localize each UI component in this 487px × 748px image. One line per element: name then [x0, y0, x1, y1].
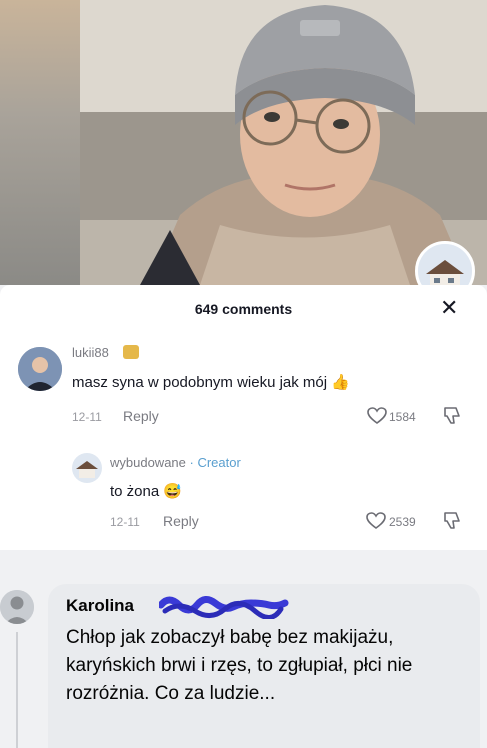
- reply-username[interactable]: wybudowane · Creator: [110, 455, 241, 470]
- reply-button[interactable]: Reply: [123, 408, 159, 424]
- close-icon[interactable]: ✕: [440, 295, 458, 321]
- like-count: 1584: [389, 410, 416, 424]
- comment-text: masz syna w podobnym wieku jak mój 👍: [72, 374, 350, 391]
- comment-bubble: Karolina Chłop jak zobaczył babę bez mak…: [48, 584, 480, 748]
- badge-icon: [123, 345, 139, 359]
- comment-date: 12-11: [72, 410, 102, 424]
- reply-text: to żona 😅: [110, 483, 183, 500]
- creator-label: · Creator: [189, 455, 241, 470]
- post-photo: [0, 0, 487, 285]
- dislike-icon[interactable]: [443, 511, 461, 531]
- comment-username[interactable]: lukii88: [72, 345, 109, 360]
- dislike-icon[interactable]: [443, 406, 461, 426]
- person-figure: [140, 5, 470, 285]
- comments-count-title: 649 comments: [194, 301, 293, 317]
- comment-body: Chłop jak zobaczył babę bez makijażu, ka…: [66, 627, 413, 704]
- comments-sheet: 649 comments ✕ lukii88 masz syna w podob…: [0, 285, 487, 550]
- redaction-scribble: [159, 596, 289, 619]
- wall-left: [0, 0, 92, 285]
- divider: [0, 550, 487, 580]
- avatar[interactable]: [18, 347, 62, 391]
- thread-line: [16, 632, 18, 748]
- reply-username-text[interactable]: wybudowane: [110, 455, 186, 470]
- reply-date: 12-11: [110, 515, 140, 529]
- like-count: 2539: [389, 515, 416, 529]
- heart-icon[interactable]: [366, 512, 386, 530]
- house-avatar[interactable]: [72, 453, 102, 483]
- default-profile-icon[interactable]: [0, 590, 34, 624]
- commenter-name[interactable]: Karolina: [66, 596, 134, 616]
- reply-button[interactable]: Reply: [163, 513, 199, 529]
- heart-icon[interactable]: [367, 407, 387, 425]
